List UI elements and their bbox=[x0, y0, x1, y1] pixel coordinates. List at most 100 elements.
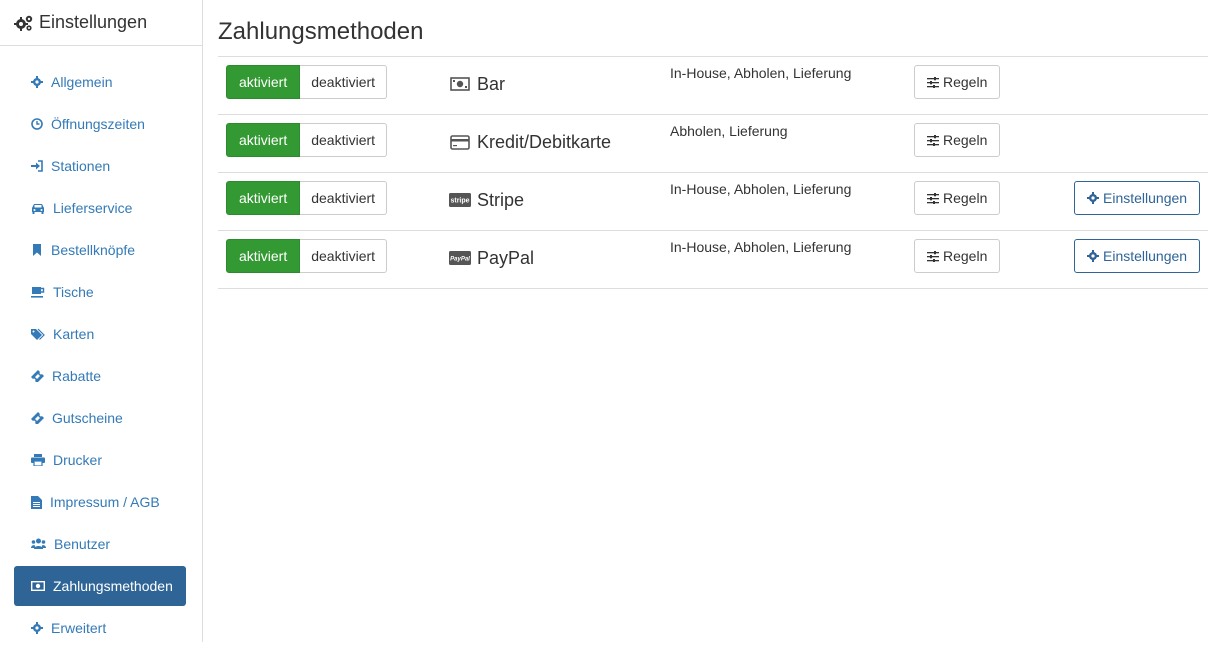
car-icon bbox=[32, 204, 44, 214]
sidebar-item-allgemein[interactable]: Allgemein bbox=[14, 62, 186, 102]
sign-in-icon bbox=[31, 160, 43, 172]
sidebar-item-tische[interactable]: Tische bbox=[14, 272, 186, 312]
settings-label: Einstellungen bbox=[1103, 248, 1188, 264]
deactivate-button[interactable]: deaktiviert bbox=[300, 65, 388, 99]
status-toggle: aktiviert deaktiviert bbox=[226, 181, 388, 215]
sliders-icon bbox=[927, 76, 939, 88]
sidebar-item-label: Rabatte bbox=[52, 368, 102, 384]
settings-button[interactable]: Einstellungen bbox=[1074, 181, 1201, 215]
activate-button[interactable]: aktiviert bbox=[226, 181, 301, 215]
sidebar-item-gutscheine[interactable]: Gutscheine bbox=[14, 398, 186, 438]
payment-method-row-stripe: aktiviert deaktiviert stripe Stripe In-H… bbox=[218, 173, 1208, 231]
sidebar-item-label: Lieferservice bbox=[53, 200, 133, 216]
rules-button[interactable]: Regeln bbox=[914, 181, 1001, 215]
deactivate-button[interactable]: deaktiviert bbox=[300, 239, 388, 273]
main-content: Zahlungsmethoden aktiviert deaktiviert B… bbox=[218, 0, 1208, 289]
paypal-logo-icon: PayPal bbox=[449, 247, 471, 269]
sidebar-title: Einstellungen bbox=[39, 12, 148, 32]
page-title: Zahlungsmethoden bbox=[218, 18, 424, 45]
gear-icon bbox=[1087, 250, 1099, 262]
sidebar-item-label: Tische bbox=[53, 284, 94, 300]
sidebar-item-karten[interactable]: Karten bbox=[14, 314, 186, 354]
bookmark-icon bbox=[33, 244, 41, 256]
sidebar-item-label: Bestellknöpfe bbox=[51, 242, 136, 258]
method-modes: Abholen, Lieferung bbox=[670, 123, 788, 139]
sidebar-item-rabatte[interactable]: Rabatte bbox=[14, 356, 186, 396]
sidebar-item-label: Gutscheine bbox=[52, 410, 123, 426]
sidebar-header: Einstellungen bbox=[0, 0, 202, 46]
sidebar-nav: Allgemein Öffnungszeiten Stationen Liefe… bbox=[0, 46, 202, 648]
sidebar-item-label: Impressum / AGB bbox=[50, 494, 160, 510]
ticket-icon bbox=[31, 412, 44, 424]
clock-icon bbox=[31, 118, 43, 130]
gear-icon bbox=[31, 622, 43, 634]
rules-button[interactable]: Regeln bbox=[914, 65, 1001, 99]
sidebar-item-benutzer[interactable]: Benutzer bbox=[14, 524, 186, 564]
method-label: Kredit/Debitkarte bbox=[477, 131, 612, 152]
ticket-icon bbox=[31, 370, 44, 382]
sidebar-item-drucker[interactable]: Drucker bbox=[14, 440, 186, 480]
payment-method-row-card: aktiviert deaktiviert Kredit/Debitkarte … bbox=[218, 115, 1208, 173]
rules-button[interactable]: Regeln bbox=[914, 239, 1001, 273]
sidebar-item-lieferservice[interactable]: Lieferservice bbox=[14, 188, 186, 228]
rules-label: Regeln bbox=[943, 190, 988, 206]
money-icon bbox=[449, 73, 471, 95]
method-modes: In-House, Abholen, Lieferung bbox=[670, 239, 852, 255]
sidebar-item-impressum[interactable]: Impressum / AGB bbox=[14, 482, 186, 522]
sidebar-item-label: Benutzer bbox=[54, 536, 111, 552]
stripe-logo-text: stripe bbox=[450, 198, 469, 205]
payment-method-row-paypal: aktiviert deaktiviert PayPal PayPal In-H… bbox=[218, 231, 1208, 289]
settings-button[interactable]: Einstellungen bbox=[1074, 239, 1201, 273]
method-modes: In-House, Abholen, Lieferung bbox=[670, 181, 852, 197]
sliders-icon bbox=[927, 192, 939, 204]
rules-label: Regeln bbox=[943, 248, 988, 264]
activate-button[interactable]: aktiviert bbox=[226, 65, 301, 99]
sidebar-item-oeffnungszeiten[interactable]: Öffnungszeiten bbox=[14, 104, 186, 144]
sidebar-item-label: Erweitert bbox=[51, 620, 107, 636]
method-name: PayPal PayPal bbox=[449, 247, 534, 269]
tags-icon bbox=[31, 328, 45, 340]
coffee-icon bbox=[31, 287, 45, 298]
method-label: PayPal bbox=[477, 247, 535, 268]
gear-icon bbox=[1087, 192, 1099, 204]
deactivate-button[interactable]: deaktiviert bbox=[300, 123, 388, 157]
stripe-logo-icon: stripe bbox=[449, 189, 471, 211]
activate-button[interactable]: aktiviert bbox=[226, 239, 301, 273]
gears-icon bbox=[14, 15, 33, 31]
sidebar-item-bestellknoepfe[interactable]: Bestellknöpfe bbox=[14, 230, 186, 270]
sidebar-item-zahlungsmethoden[interactable]: Zahlungsmethoden bbox=[14, 566, 186, 606]
sliders-icon bbox=[927, 134, 939, 146]
sidebar-item-label: Öffnungszeiten bbox=[51, 116, 145, 132]
payment-method-row-bar: aktiviert deaktiviert Bar In-House, Abho… bbox=[218, 57, 1208, 115]
paypal-logo-text: PayPal bbox=[450, 256, 470, 262]
settings-label: Einstellungen bbox=[1103, 190, 1188, 206]
deactivate-button[interactable]: deaktiviert bbox=[300, 181, 388, 215]
method-label: Bar bbox=[477, 73, 506, 94]
status-toggle: aktiviert deaktiviert bbox=[226, 123, 388, 157]
method-name: Bar bbox=[449, 73, 505, 95]
status-toggle: aktiviert deaktiviert bbox=[226, 239, 388, 273]
sidebar-item-label: Drucker bbox=[53, 452, 103, 468]
status-toggle: aktiviert deaktiviert bbox=[226, 65, 388, 99]
money-icon bbox=[31, 581, 45, 591]
sidebar: Einstellungen Allgemein Öffnungszeiten S… bbox=[0, 0, 203, 642]
print-icon bbox=[31, 454, 45, 466]
method-label: Stripe bbox=[477, 189, 525, 210]
sidebar-item-label: Allgemein bbox=[51, 74, 113, 90]
sidebar-item-erweitert[interactable]: Erweitert bbox=[14, 608, 186, 648]
sidebar-item-label: Karten bbox=[53, 326, 95, 342]
method-name: stripe Stripe bbox=[449, 189, 524, 211]
rules-label: Regeln bbox=[943, 132, 988, 148]
payment-methods-list: aktiviert deaktiviert Bar In-House, Abho… bbox=[218, 56, 1208, 289]
rules-label: Regeln bbox=[943, 74, 988, 90]
activate-button[interactable]: aktiviert bbox=[226, 123, 301, 157]
rules-button[interactable]: Regeln bbox=[914, 123, 1001, 157]
method-modes: In-House, Abholen, Lieferung bbox=[670, 65, 852, 81]
sidebar-item-label: Zahlungsmethoden bbox=[53, 578, 173, 594]
file-text-icon bbox=[31, 495, 42, 509]
sidebar-item-stationen[interactable]: Stationen bbox=[14, 146, 186, 186]
sidebar-item-label: Stationen bbox=[51, 158, 111, 174]
credit-card-icon bbox=[449, 131, 471, 153]
gear-icon bbox=[31, 76, 43, 88]
users-icon bbox=[31, 538, 46, 549]
